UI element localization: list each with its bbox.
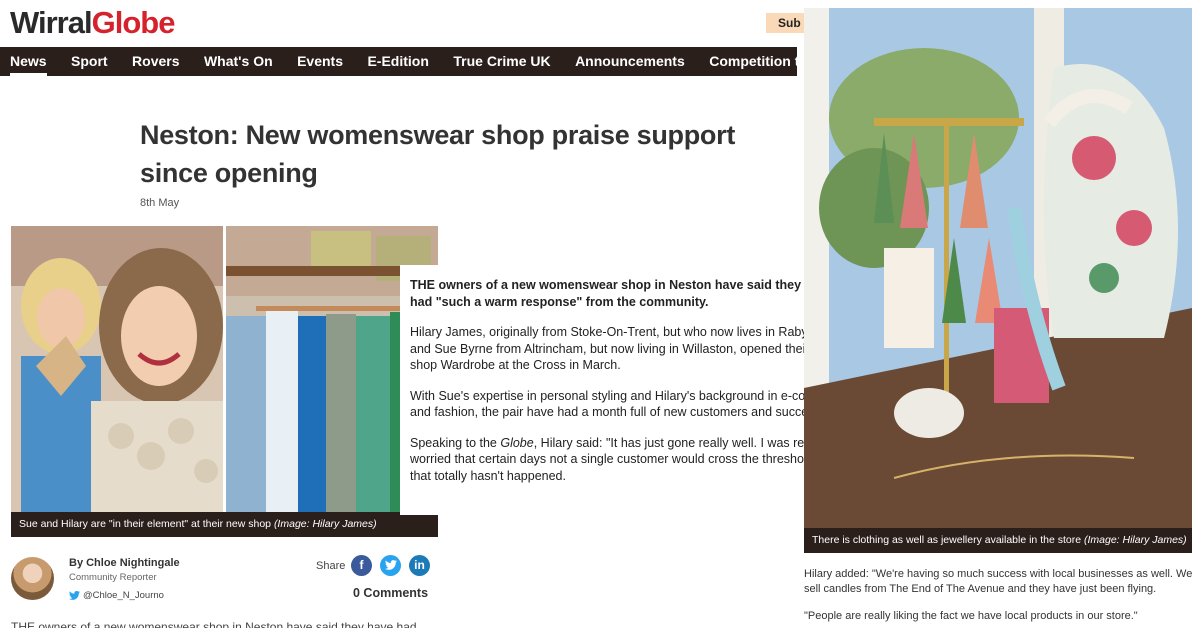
nav-item-competition-terms[interactable]: Competition terms and xyxy=(699,47,797,76)
author-name[interactable]: By Chloe Nightingale xyxy=(69,557,180,569)
nav-item-sport[interactable]: Sport xyxy=(61,47,118,76)
twitter-handle: @Chloe_N_Journo xyxy=(83,590,164,601)
nav-item-true-crime[interactable]: True Crime UK xyxy=(443,47,560,76)
article-teaser: THE owners of a new womenswear shop in N… xyxy=(11,620,417,628)
right-photo-caption: There is clothing as well as jewellery a… xyxy=(804,528,1192,553)
photo-owners-selfie xyxy=(11,226,223,512)
site-logo[interactable]: WirralGlobe xyxy=(10,4,176,42)
author-twitter-link[interactable]: @Chloe_N_Journo xyxy=(69,590,164,601)
photo-caption-credit: (Image: Hilary James) xyxy=(273,518,377,530)
nav-item-events[interactable]: Events xyxy=(287,47,353,76)
article-date: 8th May xyxy=(140,197,180,209)
right-photo-caption-credit: (Image: Hilary James) xyxy=(1083,534,1187,546)
body-paragraph-2: Hilary James, originally from Stoke-On-T… xyxy=(410,325,844,372)
logo-text-wirral: Wirral xyxy=(10,5,93,40)
photo-caption: Sue and Hilary are "in their element" at… xyxy=(11,512,438,537)
right-paragraph-1: Hilary added: "We're having so much succ… xyxy=(804,568,1193,595)
article-headline: Neston: New womenswear shop praise suppo… xyxy=(140,120,736,188)
twitter-icon[interactable] xyxy=(380,555,401,576)
author-avatar[interactable] xyxy=(11,557,54,600)
nav-item-rovers[interactable]: Rovers xyxy=(122,47,189,76)
article-body-excerpt: THE owners of a new womenswear shop in N… xyxy=(400,265,866,515)
body-paragraph-4-publication: Globe xyxy=(500,435,534,450)
twitter-bird-icon xyxy=(69,591,80,600)
body-paragraph-1: THE owners of a new womenswear shop in N… xyxy=(410,278,834,309)
photo-jewellery-illustration xyxy=(804,8,1192,528)
twitter-share-glyph xyxy=(384,560,397,570)
subscribe-button[interactable]: Sub xyxy=(766,13,806,33)
comments-link[interactable]: 0 Comments xyxy=(353,586,428,600)
nav-item-e-edition[interactable]: E-Edition xyxy=(357,47,438,76)
body-paragraph-4-start: Speaking to the xyxy=(410,435,501,450)
main-nav: News Sport Rovers What's On Events E-Edi… xyxy=(0,47,797,76)
body-paragraph-4: Speaking to the Globe, Hilary said: "It … xyxy=(410,435,856,485)
linkedin-icon[interactable]: in xyxy=(409,555,430,576)
nav-item-whats-on[interactable]: What's On xyxy=(194,47,283,76)
right-photo-caption-text: There is clothing as well as jewellery a… xyxy=(812,534,1082,546)
photo-owners-illustration xyxy=(11,226,223,512)
nav-item-announcements[interactable]: Announcements xyxy=(565,47,695,76)
facebook-icon[interactable]: f xyxy=(351,555,372,576)
right-paragraph-2: "People are really liking the fact we ha… xyxy=(804,610,1138,622)
body-paragraph-3: With Sue's expertise in personal styling… xyxy=(410,388,851,420)
logo-text-globe: Globe xyxy=(91,5,176,40)
photo-jewellery-display xyxy=(804,8,1192,528)
author-role: Community Reporter xyxy=(69,572,157,583)
photo-caption-text: Sue and Hilary are "in their element" at… xyxy=(19,518,272,530)
share-label: Share xyxy=(316,560,346,572)
nav-item-news[interactable]: News xyxy=(0,47,57,76)
